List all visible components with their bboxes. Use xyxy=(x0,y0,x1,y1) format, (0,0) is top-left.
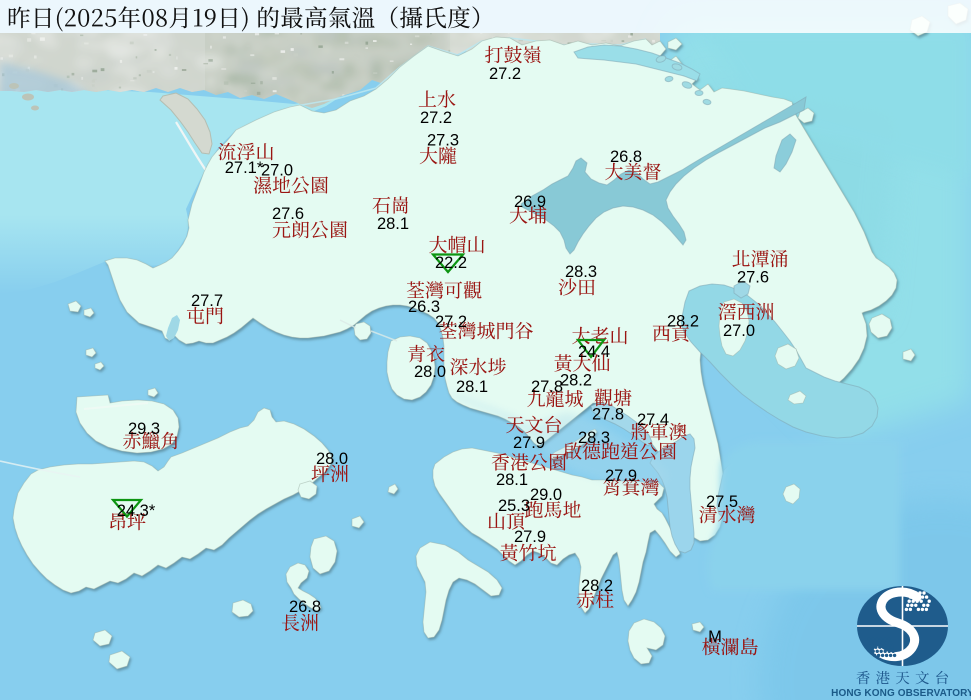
svg-text:HONG KONG OBSERVATORY: HONG KONG OBSERVATORY xyxy=(831,688,971,699)
svg-text:27.6: 27.6 xyxy=(272,205,304,223)
svg-text:27.8: 27.8 xyxy=(592,405,624,423)
svg-text:24.4: 24.4 xyxy=(578,343,610,361)
svg-text:28.1: 28.1 xyxy=(377,215,409,233)
svg-text:28.0: 28.0 xyxy=(316,450,348,468)
svg-text:28.1: 28.1 xyxy=(496,471,528,489)
svg-text:27.4: 27.4 xyxy=(637,411,669,429)
svg-text:26.8: 26.8 xyxy=(610,148,642,166)
svg-text:28.2: 28.2 xyxy=(581,577,613,595)
svg-text:27.2: 27.2 xyxy=(435,313,467,331)
svg-text:26.9: 26.9 xyxy=(514,193,546,211)
svg-text:29.0: 29.0 xyxy=(530,486,562,504)
svg-text:27.6: 27.6 xyxy=(737,268,769,286)
svg-text:27.0: 27.0 xyxy=(261,161,293,179)
svg-text:27.9: 27.9 xyxy=(513,434,545,452)
svg-text:27.2: 27.2 xyxy=(489,65,521,83)
svg-text:26.8: 26.8 xyxy=(289,598,321,616)
svg-text:27.3: 27.3 xyxy=(427,131,459,149)
svg-text:24.3*: 24.3* xyxy=(117,502,156,520)
svg-text:27.5: 27.5 xyxy=(706,493,738,511)
svg-text:27.9: 27.9 xyxy=(514,528,546,546)
svg-text:22.2: 22.2 xyxy=(435,254,467,272)
svg-text:28.2: 28.2 xyxy=(560,371,592,389)
svg-text:27.8: 27.8 xyxy=(531,378,563,396)
svg-text:28.0: 28.0 xyxy=(414,363,446,381)
svg-text:M: M xyxy=(708,628,722,646)
svg-text:27.7: 27.7 xyxy=(191,292,223,310)
svg-text:28.2: 28.2 xyxy=(667,312,699,330)
svg-text:27.0: 27.0 xyxy=(723,322,755,340)
svg-text:29.3: 29.3 xyxy=(128,420,160,438)
svg-text:28.3: 28.3 xyxy=(578,429,610,447)
svg-text:27.1*: 27.1* xyxy=(225,159,264,177)
svg-text:25.3: 25.3 xyxy=(498,497,530,515)
svg-text:28.3: 28.3 xyxy=(565,263,597,281)
svg-text:27.9: 27.9 xyxy=(605,467,637,485)
svg-text:27.2: 27.2 xyxy=(420,109,452,127)
svg-text:28.1: 28.1 xyxy=(456,378,488,396)
